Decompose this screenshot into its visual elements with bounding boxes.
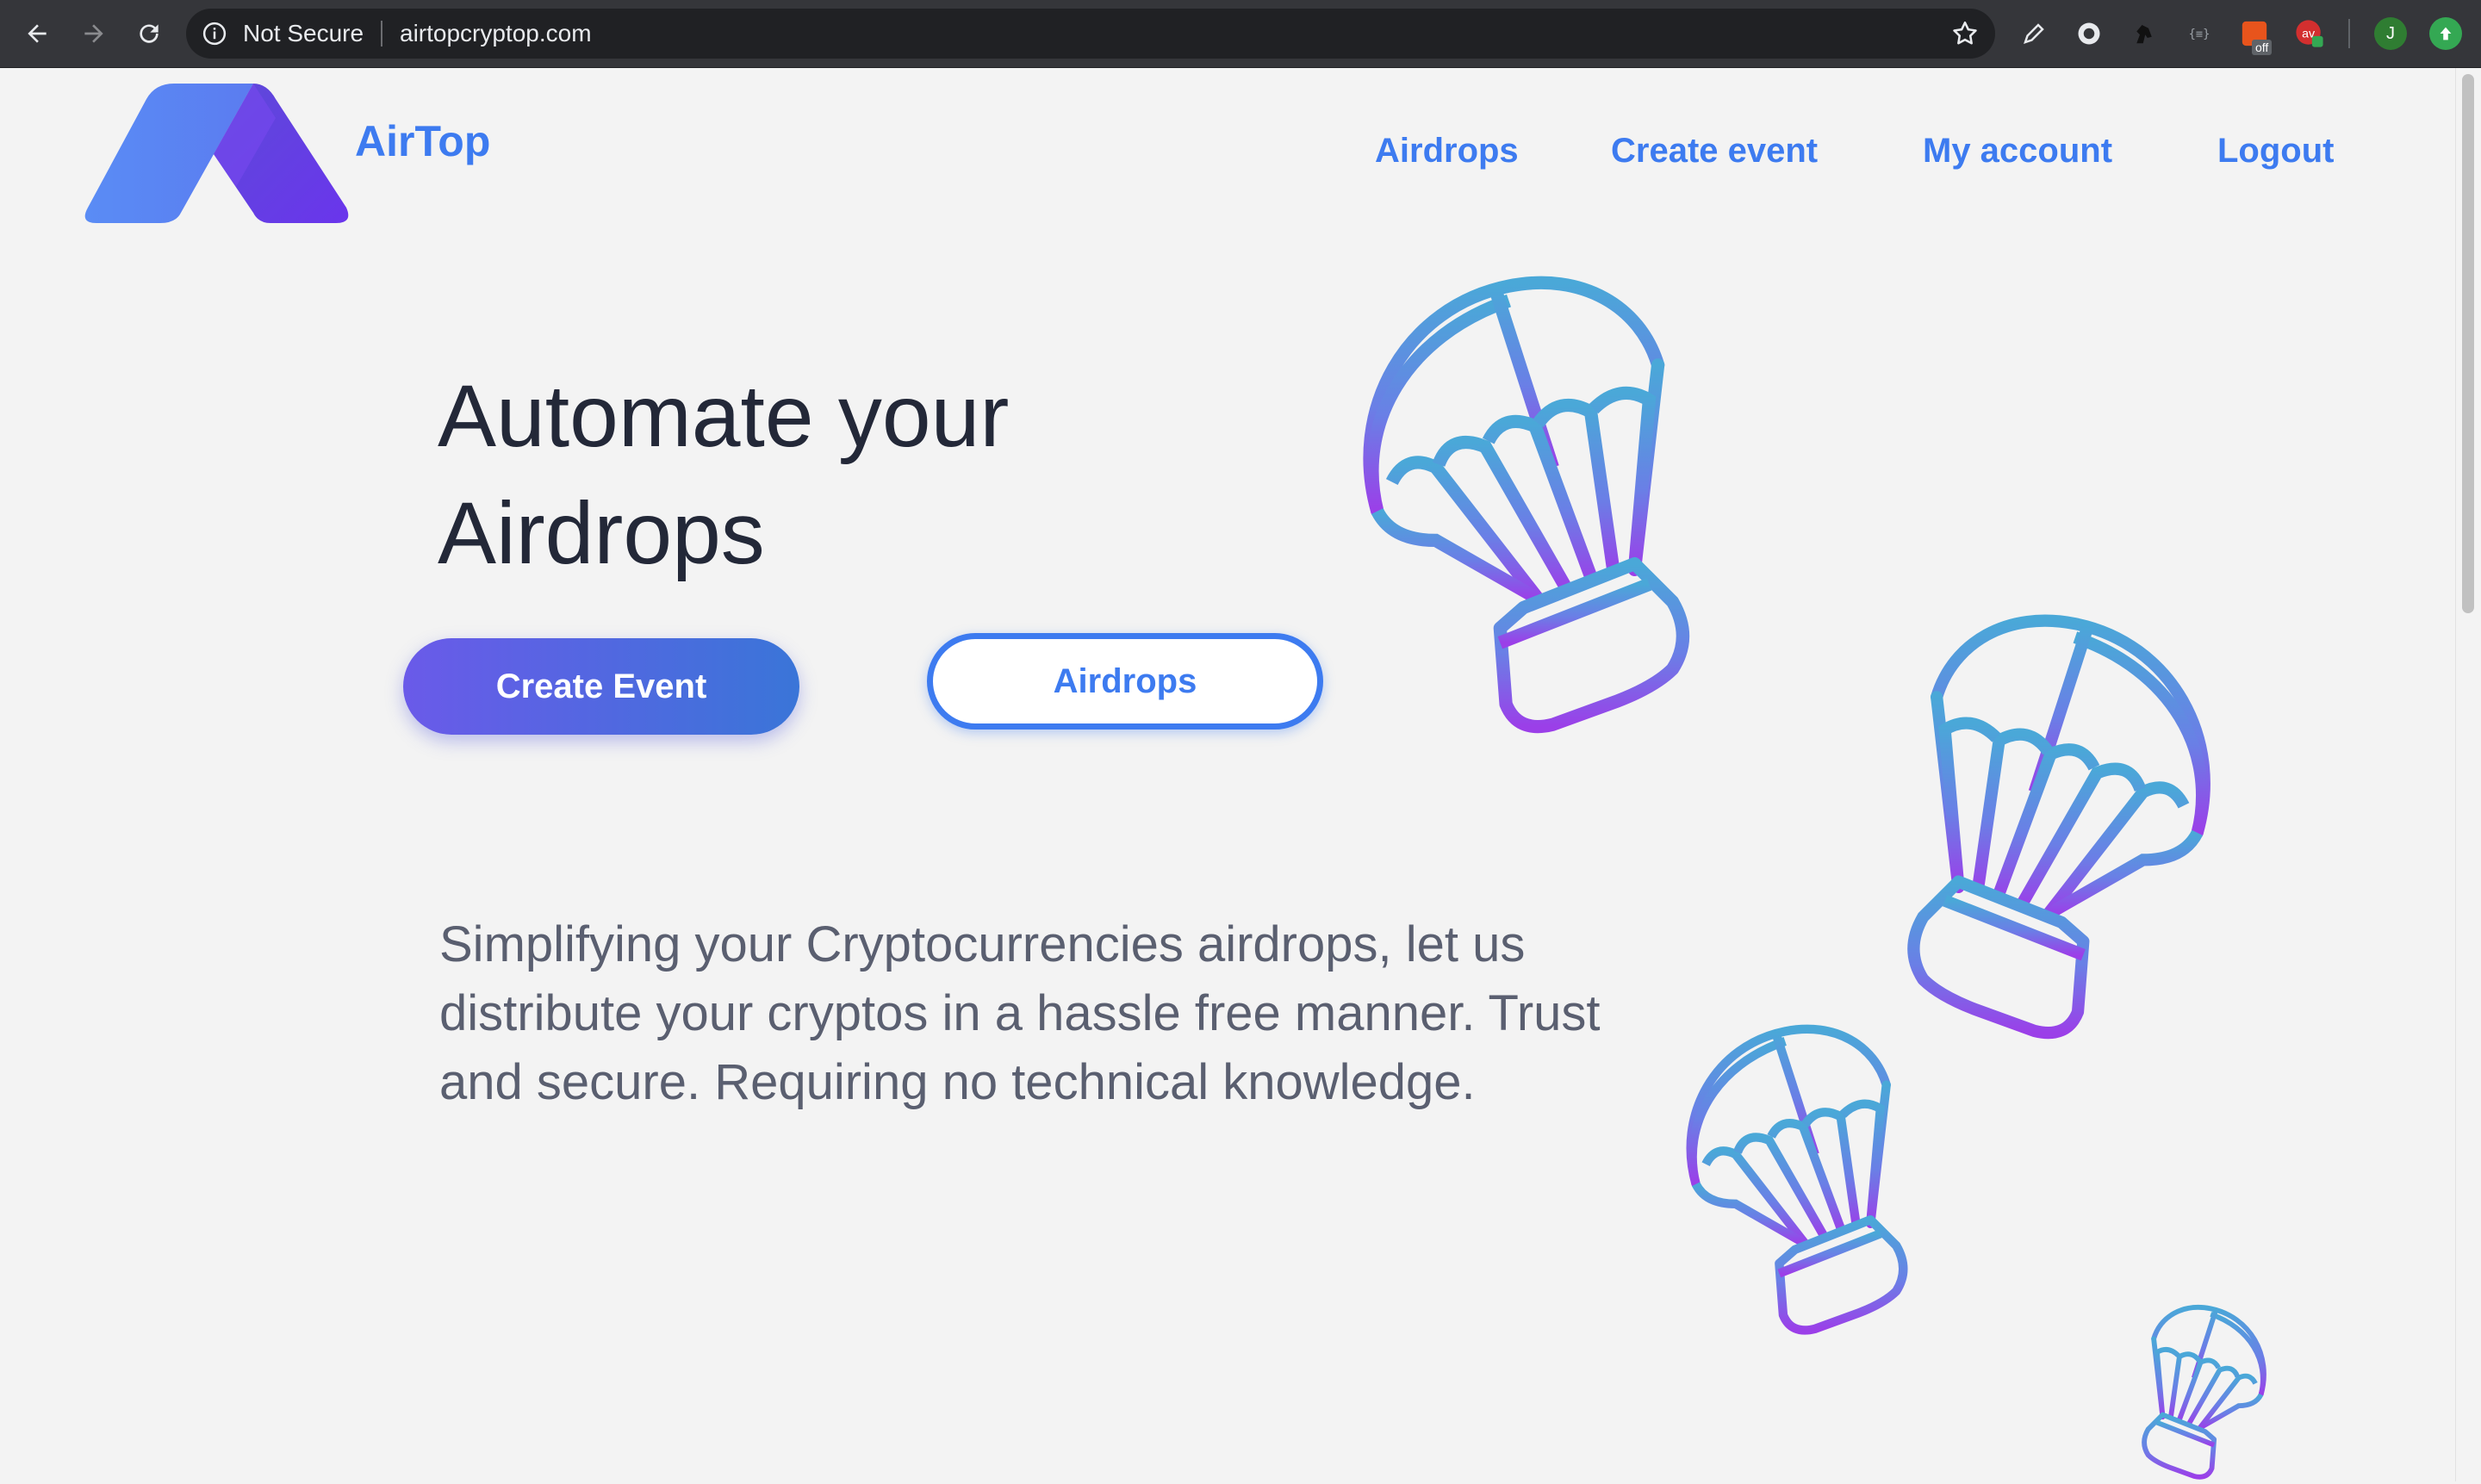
update-icon[interactable] (2429, 17, 2462, 50)
extension-globe-icon[interactable] (2074, 19, 2104, 48)
parachute-illustration-large (1327, 263, 1706, 745)
extension-off-badge: off (2252, 40, 2273, 55)
nav-logout[interactable]: Logout (2217, 132, 2335, 171)
forward-icon[interactable] (72, 12, 115, 55)
page-scrollbar-thumb[interactable] (2462, 74, 2474, 613)
svg-text:{≡}: {≡} (2189, 28, 2211, 41)
hero-title: Automate your Airdrops (438, 357, 1213, 592)
security-status: Not Secure (243, 20, 364, 47)
nav-airdrops[interactable]: Airdrops (1375, 132, 1519, 171)
star-icon[interactable] (1950, 19, 1980, 48)
hero-title-line2: Airdrops (438, 484, 765, 582)
pen-icon[interactable] (2019, 19, 2049, 48)
extension-horse-icon[interactable] (2130, 19, 2159, 48)
parachute-illustration-small (1661, 1015, 1919, 1343)
browser-toolbar: Not Secure airtopcryptop.com {≡} off av … (0, 0, 2481, 68)
parachute-illustration-tiny (2135, 1300, 2281, 1484)
extension-av-icon[interactable]: av (2295, 19, 2324, 48)
hero-title-line1: Automate your (438, 367, 1010, 465)
nav-create-event[interactable]: Create event (1611, 132, 1818, 171)
url-text[interactable]: airtopcryptop.com (400, 19, 592, 48)
omnibox-divider (381, 21, 382, 47)
address-bar[interactable]: Not Secure airtopcryptop.com (186, 9, 1995, 59)
reload-icon[interactable] (127, 12, 171, 55)
hero-description: Simplifying your Cryptocurrencies airdro… (439, 916, 1601, 1110)
info-icon[interactable] (202, 21, 227, 47)
profile-avatar[interactable]: J (2374, 17, 2407, 50)
airdrops-button[interactable]: Airdrops (927, 633, 1323, 730)
extension-code-icon[interactable]: {≡} (2185, 19, 2214, 48)
create-event-button[interactable]: Create Event (403, 638, 799, 735)
toolbar-divider (2348, 19, 2350, 48)
back-icon[interactable] (16, 12, 59, 55)
web-page: AirTop Airdrops Create event My account … (0, 68, 2455, 1481)
nav-my-account[interactable]: My account (1923, 132, 2112, 171)
brand-name[interactable]: AirTop (355, 116, 490, 166)
parachute-illustration-medium (1892, 602, 2245, 1050)
airtop-logo[interactable] (84, 84, 351, 223)
